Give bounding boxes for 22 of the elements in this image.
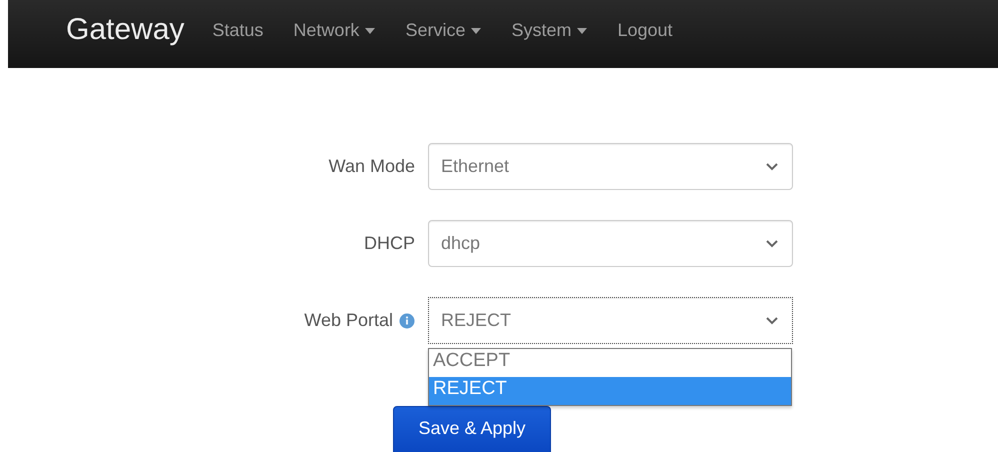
nav-item[interactable]: Logout <box>617 19 673 49</box>
brand-title[interactable]: Gateway <box>66 13 184 55</box>
nav-item[interactable]: Network <box>293 19 376 49</box>
caret-icon <box>577 28 588 34</box>
save-button[interactable]: Save & Apply <box>393 406 551 452</box>
nav-item[interactable]: Status <box>212 19 264 49</box>
field-label: Web Portal <box>304 310 393 331</box>
info-icon[interactable] <box>399 312 415 328</box>
select-field[interactable]: REJECT <box>428 297 793 344</box>
field-label: DHCP <box>364 233 415 254</box>
caret-icon <box>471 28 482 34</box>
select-field[interactable]: dhcp <box>428 220 793 267</box>
select-field[interactable]: Ethernet <box>428 143 793 190</box>
field-label: Wan Mode <box>328 156 415 177</box>
chevron-down-icon <box>766 240 778 248</box>
chevron-down-icon <box>766 162 778 170</box>
dropdown-option[interactable]: ACCEPT <box>429 349 791 377</box>
nav-item[interactable]: Service <box>405 19 482 49</box>
caret-icon <box>365 28 376 34</box>
dropdown-option[interactable]: REJECT <box>429 377 791 405</box>
chevron-down-icon <box>766 316 778 324</box>
nav-item[interactable]: System <box>511 19 588 49</box>
